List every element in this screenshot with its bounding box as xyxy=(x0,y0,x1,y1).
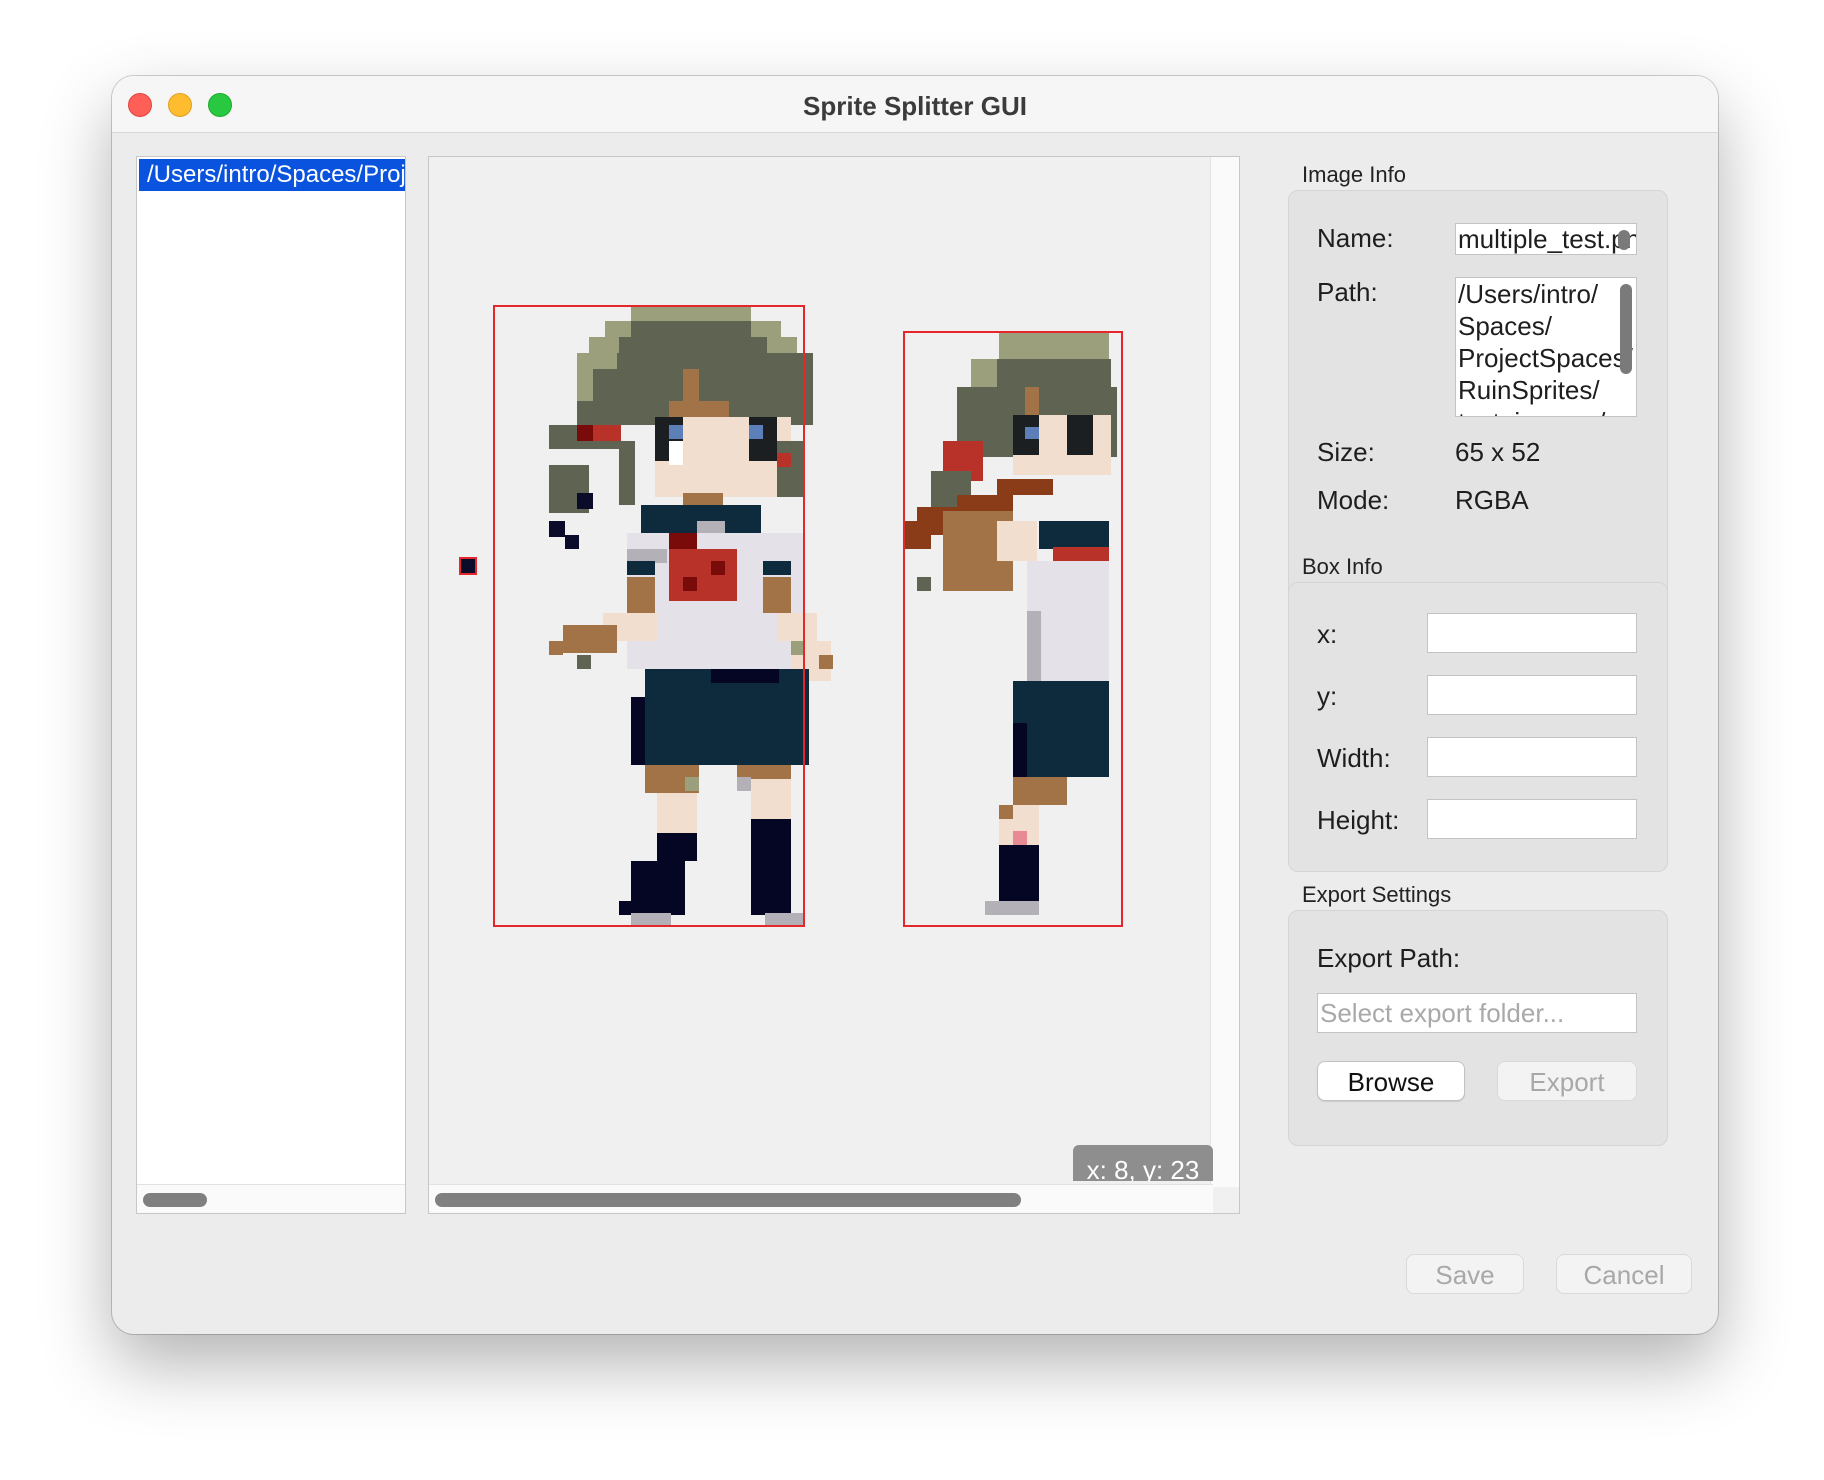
export-button[interactable]: Export xyxy=(1497,1061,1637,1101)
file-list-scroll-thumb[interactable] xyxy=(143,1193,207,1207)
canvas-vertical-scrollbar[interactable] xyxy=(1210,157,1239,1187)
y-label: y: xyxy=(1317,681,1338,711)
width-input[interactable] xyxy=(1427,737,1637,777)
save-button[interactable]: Save xyxy=(1406,1254,1524,1294)
name-field-scroll-thumb[interactable] xyxy=(1618,230,1630,250)
size-label: Size: xyxy=(1317,437,1375,467)
size-value: 65 x 52 xyxy=(1455,437,1541,467)
path-field[interactable]: /Users/intro/ Spaces/ ProjectSpaces/ Rui… xyxy=(1455,277,1637,417)
height-input[interactable] xyxy=(1427,799,1637,839)
file-list[interactable]: /Users/intro/Spaces/ProjectSpaces/RuinSp… xyxy=(136,156,406,1214)
export-path-label: Export Path: xyxy=(1317,943,1461,973)
coords-readout: x: 8, y: 23 xyxy=(1073,1145,1213,1181)
title-bar: Sprite Splitter GUI xyxy=(112,76,1718,133)
window-title: Sprite Splitter GUI xyxy=(803,91,1027,121)
path-line: ProjectSpaces/ xyxy=(1458,343,1633,373)
name-value: multiple_test.png xyxy=(1458,224,1637,254)
x-label: x: xyxy=(1317,619,1338,649)
path-field-scroll-thumb[interactable] xyxy=(1620,284,1632,374)
browse-button[interactable]: Browse xyxy=(1317,1061,1465,1101)
path-line: /Users/intro/ xyxy=(1458,279,1599,309)
export-settings-group: Export Path: Browse Export xyxy=(1288,910,1668,1146)
path-line: Spaces/ xyxy=(1458,311,1552,341)
canvas-scroll-thumb[interactable] xyxy=(435,1193,1021,1207)
name-label: Name: xyxy=(1317,223,1394,253)
export-path-input[interactable] xyxy=(1317,993,1637,1033)
mode-label: Mode: xyxy=(1317,485,1390,515)
file-list-horizontal-scrollbar[interactable] xyxy=(137,1184,405,1213)
x-input[interactable] xyxy=(1427,613,1637,653)
path-line: RuinSprites/ xyxy=(1458,375,1600,405)
mode-value: RGBA xyxy=(1455,485,1529,515)
path-label: Path: xyxy=(1317,277,1378,307)
sprite-box-1[interactable] xyxy=(493,305,805,927)
export-settings-title: Export Settings xyxy=(1302,882,1452,907)
file-list-item[interactable]: /Users/intro/Spaces/ProjectSpaces/RuinSp… xyxy=(139,159,405,191)
app-window: Sprite Splitter GUI /Users/intro/Spaces/… xyxy=(112,76,1718,1334)
pixel-marker[interactable] xyxy=(459,557,477,575)
cancel-button[interactable]: Cancel xyxy=(1556,1254,1692,1294)
box-info-title: Box Info xyxy=(1302,554,1383,579)
name-field[interactable]: multiple_test.png xyxy=(1455,223,1637,255)
width-label: Width: xyxy=(1317,743,1391,773)
y-input[interactable] xyxy=(1427,675,1637,715)
sprite-canvas[interactable]: x: 8, y: 23 xyxy=(428,156,1240,1214)
canvas-horizontal-scrollbar[interactable] xyxy=(429,1184,1213,1213)
path-line: test_images/ xyxy=(1458,406,1636,416)
box-info-group: x: y: Width: Height: xyxy=(1288,582,1668,872)
sprite-box-2[interactable] xyxy=(903,331,1123,927)
coords-overlay: x: 8, y: 23 xyxy=(1073,1145,1213,1185)
height-label: Height: xyxy=(1317,805,1400,835)
image-info-title: Image Info xyxy=(1302,162,1406,187)
